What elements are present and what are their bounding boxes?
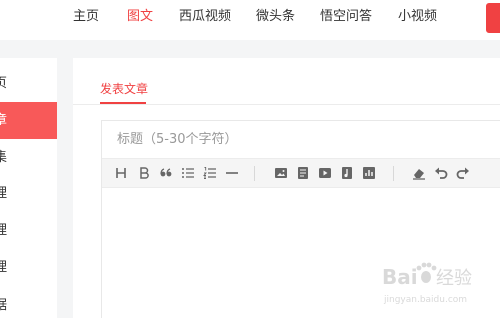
nav-article[interactable]: 图文 (127, 9, 153, 25)
tab-publish-article[interactable]: 发表文章 (100, 82, 148, 96)
nav-micro-headline[interactable]: 微头条 (256, 9, 295, 25)
divider-icon[interactable] (225, 166, 239, 180)
document-icon[interactable] (296, 166, 310, 180)
numbered-list-icon[interactable] (203, 166, 217, 180)
title-input[interactable] (102, 121, 500, 158)
sidebar-item-home[interactable]: 页 (0, 65, 57, 102)
video-icon[interactable] (318, 166, 332, 180)
svg-text:经验: 经验 (436, 268, 472, 289)
undo-icon[interactable] (434, 166, 448, 180)
sidebar-item-manage-2[interactable]: 理 (0, 212, 57, 249)
sidebar: 页 章 集 理 理 理 据 (0, 58, 57, 318)
toolbar-separator (254, 166, 255, 181)
nav-wukong-qa[interactable]: 悟空问答 (320, 9, 372, 25)
nav-home[interactable]: 主页 (73, 9, 99, 25)
nav-xigua-video[interactable]: 西瓜视频 (179, 9, 231, 25)
sidebar-item-data[interactable]: 据 (0, 287, 57, 318)
svg-text:Bai: Bai (382, 265, 418, 289)
top-navigation-bar: 主页 图文 西瓜视频 微头条 悟空问答 小视频 (0, 0, 500, 40)
publish-button[interactable] (486, 3, 500, 33)
baidu-jingyan-watermark: Bai 经验 jingyan.baidu.com (380, 258, 500, 308)
quote-icon[interactable] (159, 166, 173, 180)
chart-icon[interactable] (362, 166, 376, 180)
sidebar-item-manage-3[interactable]: 理 (0, 249, 57, 286)
sidebar-item-manage-1[interactable]: 理 (0, 175, 57, 212)
eraser-icon[interactable] (412, 166, 426, 180)
tab-divider (73, 104, 500, 105)
image-icon[interactable] (274, 166, 288, 180)
sidebar-item-collection[interactable]: 集 (0, 139, 57, 176)
heading-icon[interactable] (114, 166, 128, 180)
sidebar-item-article[interactable]: 章 (0, 102, 57, 139)
audio-icon[interactable] (340, 166, 354, 180)
redo-icon[interactable] (456, 166, 470, 180)
toolbar-separator (393, 166, 394, 181)
editor-toolbar (102, 158, 500, 188)
bullet-list-icon[interactable] (181, 166, 195, 180)
svg-text:jingyan.baidu.com: jingyan.baidu.com (383, 295, 467, 305)
nav-short-video[interactable]: 小视频 (398, 9, 437, 25)
bold-icon[interactable] (137, 166, 151, 180)
